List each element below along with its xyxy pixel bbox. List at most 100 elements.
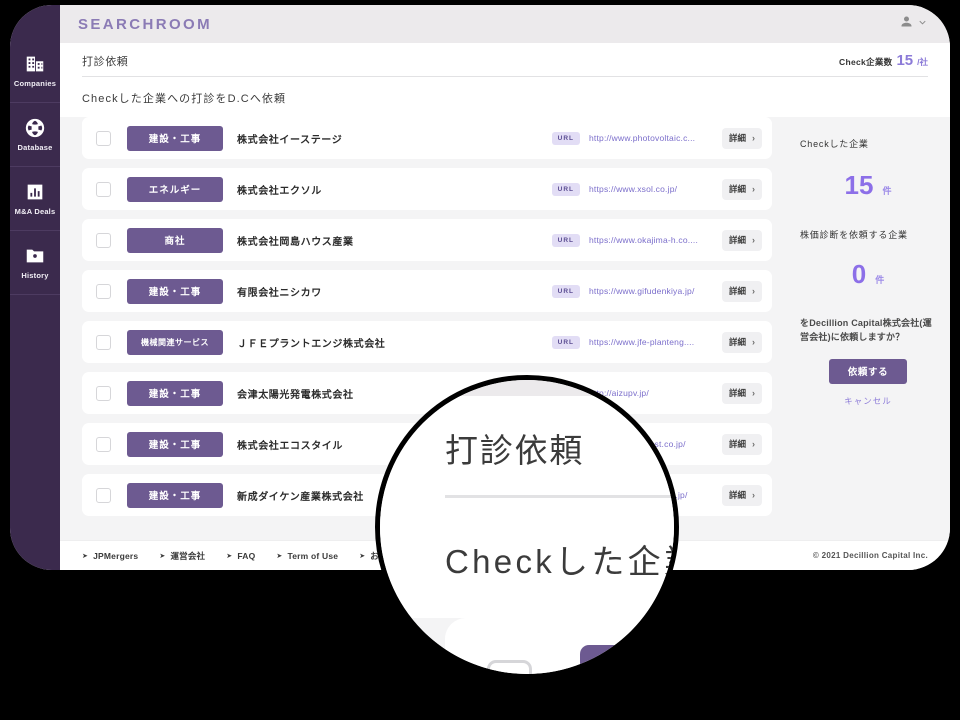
company-url[interactable]: https://www.gifudenkiya.jp/ — [589, 286, 713, 296]
checked-count-label: Check企業数 — [839, 57, 893, 67]
company-url[interactable]: https://www.okajima-h.co.... — [589, 235, 713, 245]
content-area: 建設・工事 株式会社イーステージ URL http://www.photovol… — [380, 618, 674, 674]
arrow-icon: ➤ — [82, 552, 89, 560]
table-row[interactable]: 機械関連サービス ＪＦＥプラントエンジ株式会社 URL https://www.… — [82, 321, 772, 363]
page-title: 打診依頼 — [445, 435, 585, 471]
sub-bar: 打診依頼 Check企業数 15 /社 Checkした企業への打診をD.Cへ依頼 — [60, 43, 950, 117]
section-heading: Checkした企業への打診をD.Cへ依頼 — [445, 546, 674, 582]
chevron-right-icon: › — [752, 337, 755, 347]
detail-label: 詳細 — [728, 184, 746, 194]
bar-chart-icon — [24, 181, 46, 203]
table-row[interactable]: エネルギー 株式会社エクソル URL https://www.xsol.co.j… — [82, 168, 772, 210]
footer-link-jpmergers[interactable]: ➤ JPMergers — [82, 551, 138, 561]
sidebar-item-database[interactable]: Database — [375, 576, 379, 679]
sidebar-item-label: M&A Deals — [14, 207, 56, 216]
arrow-icon: ➤ — [276, 552, 283, 560]
url-chip: URL — [551, 182, 580, 196]
row-checkbox[interactable] — [96, 436, 111, 452]
row-checkbox[interactable] — [96, 385, 111, 401]
footer-link-label: FAQ — [237, 550, 256, 561]
building-icon — [24, 53, 46, 75]
detail-button[interactable]: 詳細 › — [721, 433, 762, 455]
sidebar-item-ma-deals[interactable]: M&A Deals — [10, 167, 60, 231]
sidebar-item-history[interactable]: History — [10, 231, 60, 295]
sidebar-item-database[interactable]: Database — [10, 103, 60, 167]
detail-button[interactable]: 詳細 › — [721, 331, 762, 353]
category-badge[interactable]: 建設・工事 — [127, 431, 223, 457]
chevron-right-icon: › — [752, 184, 755, 194]
checked-companies-value-group: 15 件 — [800, 172, 936, 198]
detail-button[interactable]: 詳細 › — [721, 280, 762, 302]
category-badge[interactable]: 建設・工事 — [127, 125, 223, 151]
globe-icon — [24, 117, 46, 139]
table-row[interactable]: 商社 株式会社岡島ハウス産業 URL https://www.okajima-h… — [82, 219, 772, 261]
footer-links: ➤ JPMergers ➤ 運営会社 ➤ FAQ ➤ Term of Use ➤ — [82, 550, 422, 562]
detail-label: 詳細 — [728, 286, 746, 296]
checked-companies-value: 15 — [844, 170, 874, 200]
footer-link-faq[interactable]: ➤ FAQ — [226, 551, 255, 561]
user-icon — [899, 14, 914, 34]
chevron-right-icon: › — [752, 235, 755, 245]
category-badge[interactable]: 建設・工事 — [127, 482, 223, 508]
detail-button[interactable]: 詳細 › — [721, 178, 762, 200]
sub-bar: 打診依頼 Check企業数 15 /社 Checkした企業への打診をD.Cへ依頼 — [380, 396, 674, 618]
user-menu-button[interactable] — [899, 14, 928, 34]
submit-request-button[interactable]: 依頼する — [829, 358, 907, 384]
chevron-right-icon: › — [752, 133, 755, 143]
chevron-right-icon: › — [752, 439, 755, 449]
footer-link-company[interactable]: ➤ 運営会社 — [159, 550, 205, 562]
table-row[interactable]: 建設・工事 株式会社イーステージ URL http://www.photovol… — [82, 117, 772, 159]
company-name: ＪＦＥプラントエンジ株式会社 — [237, 338, 386, 350]
company-list: 建設・工事 株式会社イーステージ URL http://www.photovol… — [380, 618, 674, 674]
category-badge[interactable]: 建設・工事 — [580, 643, 674, 674]
company-url[interactable]: http://www.photovoltaic.c... — [589, 133, 713, 143]
row-checkbox[interactable] — [487, 658, 532, 674]
row-checkbox[interactable] — [96, 487, 111, 503]
company-url[interactable]: https://www.jfe-planteng.... — [589, 337, 713, 347]
chevron-right-icon: › — [752, 286, 755, 296]
sidebar-item-companies[interactable]: Companies — [10, 39, 60, 103]
request-companies-value-group: 0 件 — [800, 261, 936, 287]
checked-count-value: 15 — [896, 52, 914, 69]
footer-link-label: 運営会社 — [170, 550, 206, 561]
row-checkbox[interactable] — [96, 181, 111, 197]
row-checkbox[interactable] — [96, 130, 111, 146]
request-companies-label: 株価診断を依頼する企業 — [800, 230, 908, 240]
company-url[interactable]: http://aizupv.jp/ — [589, 388, 713, 398]
chevron-down-icon — [917, 15, 928, 33]
detail-button[interactable]: 詳細 › — [721, 382, 762, 404]
table-row[interactable]: 建設・工事 有限会社ニシカワ URL https://www.gifudenki… — [82, 270, 772, 312]
row-checkbox[interactable] — [96, 232, 111, 248]
footer-link-terms[interactable]: ➤ Term of Use — [276, 551, 338, 561]
row-checkbox[interactable] — [96, 334, 111, 350]
request-companies-value: 0 — [851, 259, 867, 289]
detail-button[interactable]: 詳細 › — [721, 484, 762, 506]
detail-button[interactable]: 詳細 › — [721, 229, 762, 251]
category-badge[interactable]: 機械関連サービス — [127, 329, 223, 355]
cancel-button[interactable]: キャンセル — [800, 395, 936, 407]
arrow-icon: ➤ — [226, 552, 233, 560]
url-chip: URL — [551, 284, 580, 298]
table-row[interactable]: 建設・工事 会津太陽光発電株式会社 URL http://aizupv.jp/ … — [82, 372, 772, 414]
company-name: 株式会社エクソル — [237, 185, 322, 197]
category-badge[interactable]: 商社 — [127, 227, 223, 253]
url-chip: URL — [551, 233, 580, 247]
table-row[interactable]: 建設・工事 株式会社イーステージ URL http://www.photovol… — [445, 618, 674, 674]
detail-label: 詳細 — [728, 490, 746, 500]
category-badge[interactable]: エネルギー — [127, 176, 223, 202]
footer-link-label: JPMergers — [93, 550, 139, 561]
magnifier-content: Companies Database M&A Deals History — [375, 380, 674, 679]
confirmation-question: をDecillion Capital株式会社(運営会社)に依頼しますか？ — [800, 318, 932, 342]
category-badge[interactable]: 建設・工事 — [127, 380, 223, 406]
chevron-right-icon: › — [752, 388, 755, 398]
company-name: 有限会社ニシカワ — [237, 287, 322, 299]
category-badge[interactable]: 建設・工事 — [127, 278, 223, 304]
row-checkbox[interactable] — [96, 283, 111, 299]
magnifier-lens: Companies Database M&A Deals History — [375, 375, 679, 679]
detail-button[interactable]: 詳細 › — [721, 127, 762, 149]
footer-link-label: Term of Use — [287, 550, 339, 561]
company-url[interactable]: https://www.xsol.co.jp/ — [589, 184, 713, 194]
detail-label: 詳細 — [728, 388, 746, 398]
app-logo: SEARCHROOM — [78, 15, 213, 33]
app-window: Companies Database M&A Deals History — [375, 380, 674, 679]
